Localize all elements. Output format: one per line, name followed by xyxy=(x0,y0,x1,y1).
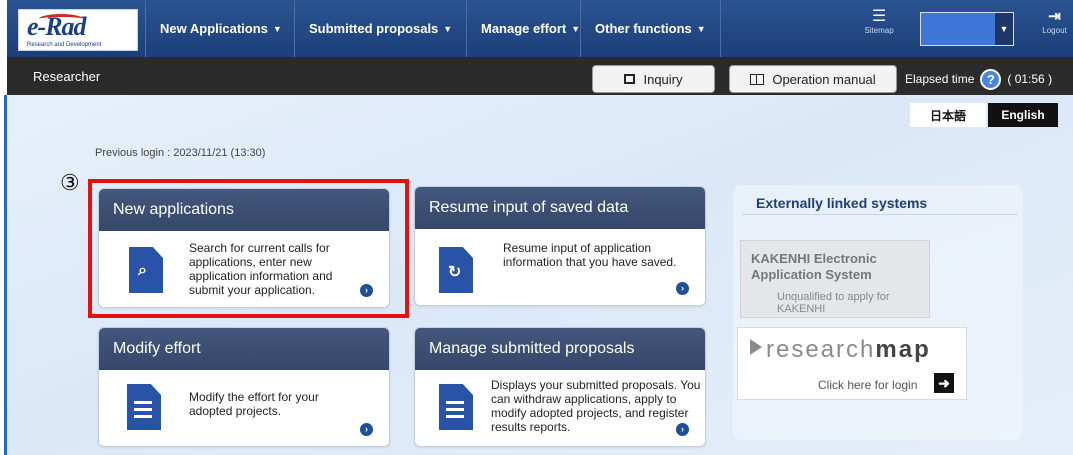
sitemap-icon: ☰ xyxy=(871,8,887,25)
book-icon xyxy=(750,73,765,85)
logo-subtitle: Research and Development xyxy=(27,42,102,48)
caret-down-icon: ▼ xyxy=(443,23,453,34)
kakenhi-title: KAKENHI Electronic Application System xyxy=(751,251,877,283)
researchmap-logo: researchmap xyxy=(750,336,931,364)
researchmap-link[interactable]: researchmap Click here for login ➜ xyxy=(737,327,967,400)
previous-login: Previous login : 2023/11/21 (13:30) xyxy=(95,147,266,159)
logout-label: Logout xyxy=(1042,26,1067,35)
caret-down-icon: ▼ xyxy=(571,23,581,34)
edit-document-icon xyxy=(127,384,161,430)
card-description: Displays your submitted proposals. You c… xyxy=(491,378,701,434)
chevron-down-icon[interactable]: ▼ xyxy=(995,13,1013,45)
language-japanese[interactable]: 日本語 xyxy=(910,103,986,127)
logo-text: e-Rad xyxy=(27,12,87,41)
kakenhi-title-line1: KAKENHI Electronic xyxy=(751,251,877,266)
researchmap-bold: map xyxy=(875,336,931,363)
researchmap-prefix: research xyxy=(766,336,876,363)
elapsed-value: ( 01:56 ) xyxy=(1007,72,1053,86)
elapsed-label: Elapsed time xyxy=(905,72,975,86)
card-title: Manage submitted proposals xyxy=(415,328,705,370)
card-manage-submitted[interactable]: Manage submitted proposals Displays your… xyxy=(414,327,706,447)
arrow-right-icon[interactable]: ➜ xyxy=(934,373,954,393)
inquiry-label: Inquiry xyxy=(643,71,683,87)
menu-submitted-proposals[interactable]: Submitted proposals ▼ xyxy=(294,0,466,57)
external-systems-heading: Externally linked systems xyxy=(742,195,1018,215)
menu-label: Other functions xyxy=(595,21,692,36)
elapsed-time: Elapsed time ? ( 01:56 ) xyxy=(905,65,1052,93)
kakenhi-note-line1: Unqualified to apply for xyxy=(777,291,890,303)
caret-down-icon: ▼ xyxy=(272,23,282,34)
arrow-right-icon[interactable]: › xyxy=(676,282,689,295)
resume-document-icon: ↻ xyxy=(439,247,473,293)
logout-icon: ⇥ xyxy=(1048,8,1061,25)
logout-button[interactable]: ⇥ Logout xyxy=(1036,8,1073,35)
left-edge xyxy=(0,57,7,455)
card-modify-effort[interactable]: Modify effort Modify the effort for your… xyxy=(98,327,390,447)
card-resume-input[interactable]: Resume input of saved data ↻ Resume inpu… xyxy=(414,186,706,306)
user-role: Researcher xyxy=(33,69,101,84)
kakenhi-note-line2: KAKENHI xyxy=(777,303,826,315)
kakenhi-title-line2: Application System xyxy=(751,267,872,282)
erad-logo[interactable]: e-Rad Research and Development xyxy=(18,9,138,51)
help-icon[interactable]: ? xyxy=(980,68,1002,90)
secondary-bar: Researcher Inquiry Operation manual Elap… xyxy=(7,57,1073,95)
sitemap-label: Sitemap xyxy=(864,26,894,35)
inquiry-button[interactable]: Inquiry xyxy=(592,65,715,93)
menu-manage-effort[interactable]: Manage effort ▼ xyxy=(466,0,594,57)
highlight-box xyxy=(88,179,409,318)
operation-manual-button[interactable]: Operation manual xyxy=(729,65,897,93)
inquiry-icon xyxy=(624,74,636,84)
list-document-icon xyxy=(439,384,473,430)
card-title: Resume input of saved data xyxy=(415,187,705,229)
kakenhi-note: Unqualified to apply for KAKENHI xyxy=(777,291,890,315)
arrow-right-icon[interactable]: › xyxy=(360,423,373,436)
card-title: Modify effort xyxy=(99,328,389,370)
researchmap-login-text: Click here for login xyxy=(818,378,918,392)
caret-down-icon: ▼ xyxy=(696,23,706,34)
menu-label: New Applications xyxy=(160,21,268,36)
document-lines xyxy=(446,401,464,422)
card-description: Modify the effort for your adopted proje… xyxy=(189,390,319,418)
kakenhi-system-link[interactable]: KAKENHI Electronic Application System Un… xyxy=(740,240,930,318)
menu-label: Manage effort xyxy=(481,21,567,36)
arrow-right-icon[interactable]: › xyxy=(676,423,689,436)
menu-new-applications[interactable]: New Applications ▼ xyxy=(145,0,296,57)
card-description: Resume input of application information … xyxy=(503,241,677,269)
document-lines xyxy=(134,401,152,422)
menu-other-functions[interactable]: Other functions ▼ xyxy=(580,0,721,57)
play-icon xyxy=(750,339,762,355)
language-english[interactable]: English xyxy=(988,103,1058,127)
step-marker: ③ xyxy=(60,170,80,195)
sitemap-button[interactable]: ☰ Sitemap xyxy=(858,8,900,35)
menu-label: Submitted proposals xyxy=(309,21,439,36)
top-navigation-bar: e-Rad Research and Development New Appli… xyxy=(0,0,1073,57)
manual-label: Operation manual xyxy=(772,71,876,87)
user-select[interactable]: ▼ xyxy=(920,12,1014,46)
